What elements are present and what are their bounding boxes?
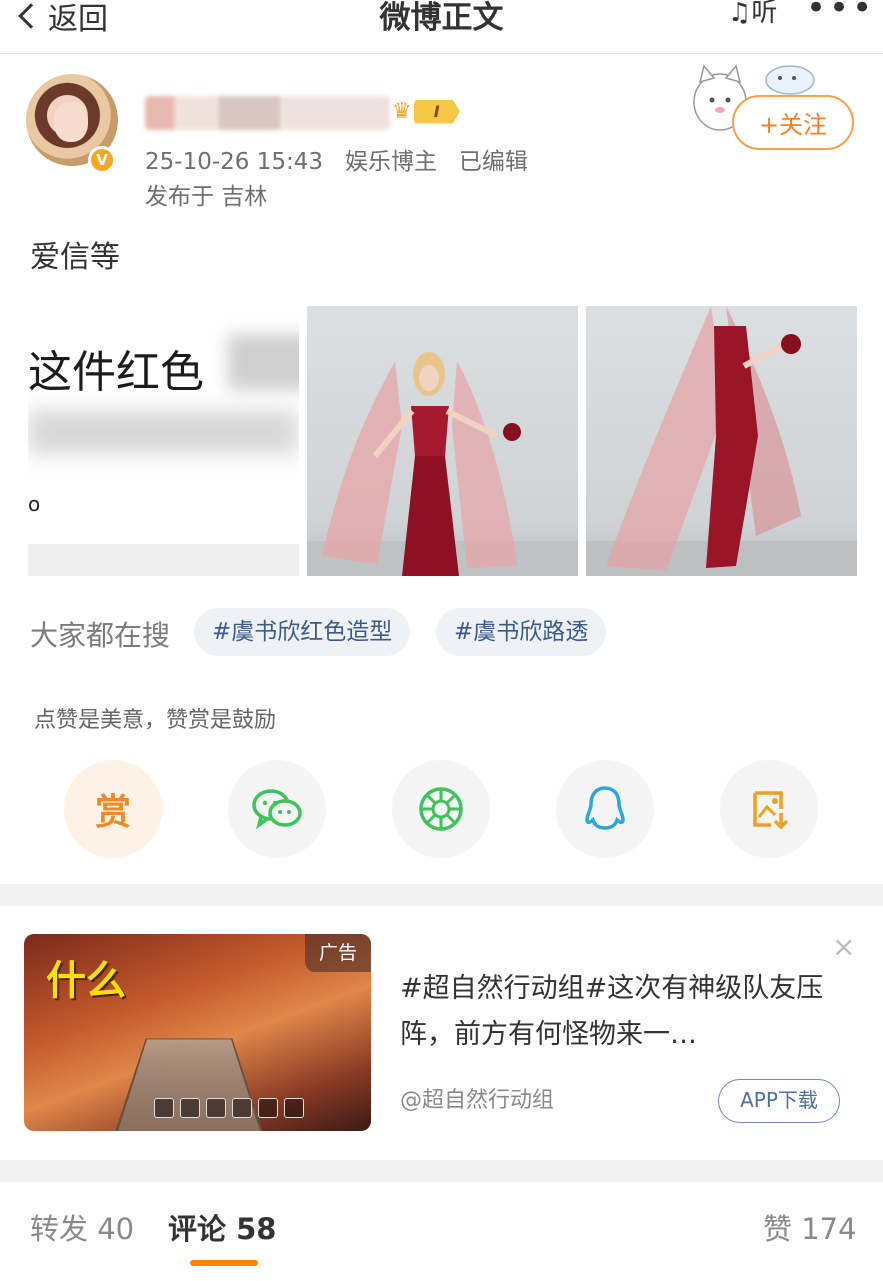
moments-icon: [419, 787, 463, 831]
qq-icon: [585, 786, 625, 830]
post-text: 爱信等: [30, 240, 120, 275]
hot-search-label: 大家都在搜: [30, 619, 171, 652]
more-options-button[interactable]: •••: [806, 0, 875, 28]
verified-badge-icon: V: [88, 146, 116, 174]
ad-thumb-text: 什么: [46, 958, 126, 1004]
wechat-icon: [252, 789, 302, 830]
section-divider: [0, 1160, 883, 1182]
red-gown-photo: [307, 352, 578, 576]
share-qq-button[interactable]: [556, 760, 654, 858]
music-note-icon: ♫: [728, 0, 752, 28]
listen-label: 听: [751, 0, 778, 28]
reward-tip: 点赞是美意，赞赏是鼓励: [34, 708, 277, 733]
edited-label: 已编辑: [458, 149, 528, 175]
image-text-dot: o: [28, 492, 41, 516]
close-icon[interactable]: ×: [832, 930, 855, 963]
active-tab-indicator: [190, 1260, 258, 1266]
red-gown-back-photo: [586, 306, 857, 576]
follow-button[interactable]: +关注: [732, 95, 854, 150]
share-moments-button[interactable]: [392, 760, 490, 858]
post-timestamp: 25-10-26 15:43: [145, 149, 323, 175]
save-image-button[interactable]: [720, 760, 818, 858]
level-badge: ♛ I: [392, 99, 460, 124]
ad-thumbnail[interactable]: 什么 广告: [24, 934, 371, 1131]
level-label: I: [413, 99, 460, 124]
section-divider: [0, 884, 883, 906]
ad-source[interactable]: @超自然行动组: [400, 1082, 554, 1114]
post-image-2[interactable]: [307, 306, 578, 576]
ad-title[interactable]: #超自然行动组#这次有神级队友压阵，前方有何怪物来一…: [400, 966, 830, 1058]
hot-search-tag[interactable]: #虞书欣路透: [436, 608, 607, 656]
app-download-button[interactable]: APP下载: [718, 1079, 840, 1123]
game-hud: [154, 1098, 304, 1120]
username-blurred[interactable]: [145, 96, 390, 130]
crown-icon: ♛: [392, 99, 412, 124]
listen-button[interactable]: ♫听: [728, 0, 777, 29]
reward-icon: 赏: [94, 792, 131, 833]
hot-search-tag[interactable]: #虞书欣红色造型: [194, 608, 411, 656]
post-image-1[interactable]: 这件红色 o: [28, 306, 299, 576]
tab-repost[interactable]: 转发 40: [30, 1206, 134, 1248]
share-wechat-button[interactable]: [228, 760, 326, 858]
ad-badge: 广告: [304, 934, 371, 972]
reward-button[interactable]: 赏: [64, 760, 162, 858]
post-location: 发布于 吉林: [145, 184, 268, 210]
tab-comment[interactable]: 评论 58: [168, 1206, 276, 1248]
save-image-icon: [753, 791, 789, 830]
post-meta: 25-10-26 15:43 娱乐博主 已编辑: [145, 142, 528, 176]
image-text: 这件红色: [28, 347, 204, 398]
author-role: 娱乐博主: [344, 149, 437, 175]
post-image-3[interactable]: [586, 306, 857, 576]
top-nav-bar: 返回 微博正文 ♫听 •••: [0, 0, 883, 54]
tab-like[interactable]: 赞 174: [763, 1206, 857, 1248]
